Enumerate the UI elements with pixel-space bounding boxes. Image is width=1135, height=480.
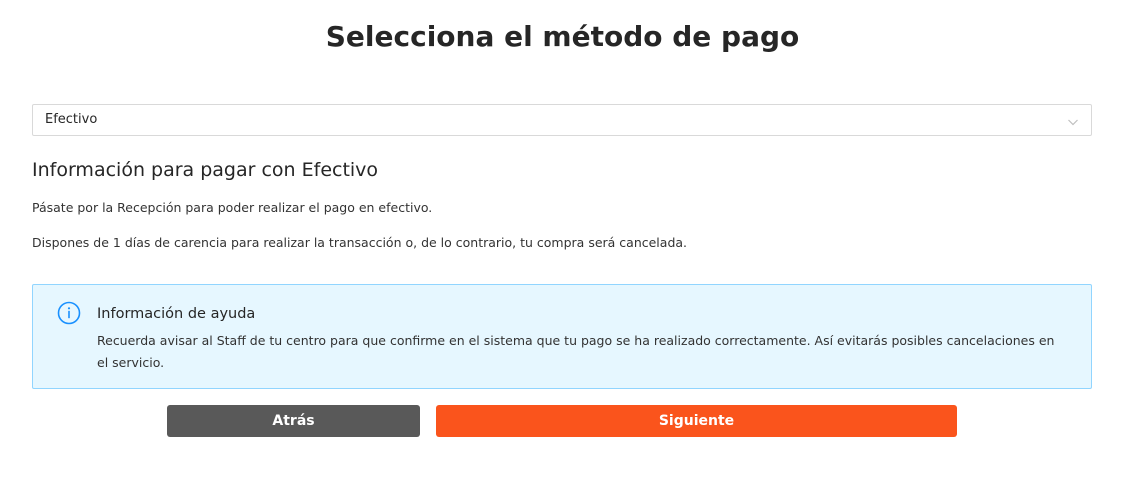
help-alert: Información de ayuda Recuerda avisar al … [32, 284, 1092, 389]
help-alert-title: Información de ayuda [97, 306, 256, 322]
payment-method-selected-value: Efectivo [45, 112, 98, 127]
payment-info-paragraph: Pásate por la Recepción para poder reali… [32, 200, 433, 215]
info-circle-icon [57, 301, 81, 325]
page-title: Selecciona el método de pago [325, 20, 800, 53]
payment-info-title: Información para pagar con Efectivo [32, 159, 379, 181]
payment-method-select[interactable]: Efectivo [32, 104, 1092, 136]
payment-method-page: Selecciona el método de pago Efectivo In… [0, 0, 1135, 480]
next-button[interactable]: Siguiente [436, 405, 957, 437]
payment-info-paragraph: Dispones de 1 días de carencia para real… [32, 235, 688, 250]
back-button[interactable]: Atrás [167, 405, 420, 437]
help-alert-description: Recuerda avisar al Staff de tu centro pa… [97, 333, 1055, 370]
chevron-down-icon [1067, 113, 1079, 126]
